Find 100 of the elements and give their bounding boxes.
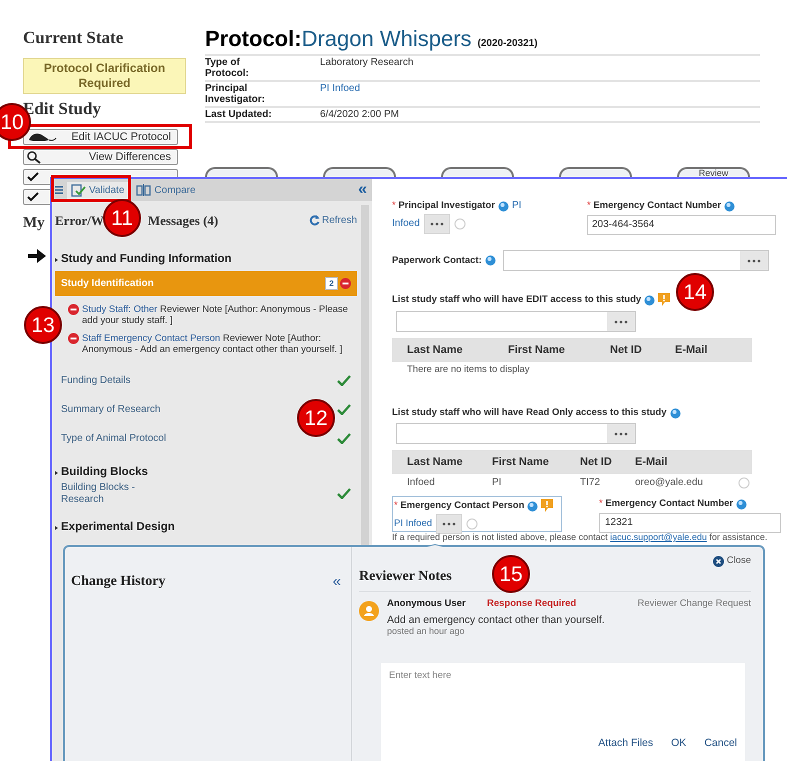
help-icon[interactable]	[724, 200, 736, 212]
link-button[interactable]: Cancel	[704, 736, 737, 752]
nav-link[interactable]: Building Blocks - Research	[61, 480, 146, 508]
action-button[interactable]: View Differences	[23, 149, 178, 165]
column-header: E-Mail	[675, 344, 708, 356]
close-button[interactable]: Close	[712, 554, 751, 568]
protocol-number: (2020-20321)	[478, 37, 538, 51]
note-text: Add an emergency contact other than yourself.	[387, 614, 605, 626]
column-header: E-Mail	[635, 456, 668, 468]
workflow-step[interactable]	[559, 167, 632, 177]
browse-button[interactable]	[436, 514, 462, 534]
message-text: Staff Emergency Contact Person Reviewer Note [Author: Anonymous - Add an emergency contact other than yourself. ]	[82, 333, 344, 355]
field-label: * Emergency Contact Number	[587, 200, 722, 212]
field-link[interactable]: PI Infoed	[320, 83, 760, 94]
caret-icon	[55, 258, 58, 262]
field-label: Principal Investigator:	[205, 83, 266, 105]
field-link[interactable]: PI	[512, 200, 522, 212]
workflow-step[interactable]: Review	[677, 167, 750, 177]
field-link[interactable]: Infoed	[392, 218, 420, 230]
link-button[interactable]: OK	[671, 736, 686, 752]
section-title: Building Blocks	[61, 466, 148, 479]
action-button[interactable]: Edit IACUC Protocol	[23, 129, 178, 145]
empty-message: There are no items to display	[406, 364, 530, 376]
lookup-field[interactable]	[396, 423, 636, 444]
avatar-icon	[359, 601, 379, 622]
field-label: Last Updated:	[205, 109, 273, 120]
close-icon	[712, 556, 724, 567]
panel-heading: Messages (4)	[148, 213, 218, 228]
nav-item[interactable]: Study Identification 2	[55, 271, 357, 296]
check-icon	[27, 172, 39, 182]
field-label: Paperwork Contact:	[392, 254, 482, 266]
field-value: Laboratory Research	[320, 57, 414, 68]
validate-icon	[71, 184, 86, 196]
ellipsis-icon	[442, 522, 456, 526]
help-icon[interactable]	[670, 408, 681, 418]
lookup-field[interactable]	[396, 311, 636, 332]
search-icon	[27, 150, 41, 164]
comment-icon[interactable]	[658, 293, 670, 307]
email-link[interactable]: iacuc.support@yale.edu	[610, 532, 707, 542]
nav-link[interactable]: Funding Details	[61, 374, 130, 386]
refresh-button[interactable]: Refresh	[308, 213, 357, 228]
field-label: * Principal Investigator	[392, 200, 495, 212]
column-header: Last Name	[407, 344, 464, 356]
column-header: Net ID	[580, 456, 613, 468]
panel-heading: Error/W	[55, 213, 104, 228]
help-icon[interactable]	[498, 200, 509, 212]
field-label: Type of Protocol:	[205, 57, 250, 79]
workflow-step[interactable]	[323, 167, 396, 177]
collapse-button[interactable]: «	[358, 182, 367, 198]
message-text: Study Staff: Other Reviewer Note [Author: Anonymous - Please add your study staff. ]	[82, 304, 349, 326]
panel-heading: Change History	[71, 574, 166, 590]
caret-icon	[55, 526, 58, 530]
help-icon[interactable]	[527, 500, 538, 512]
nav-link[interactable]: Summary of Research	[61, 404, 160, 416]
section-title: Experimental Design	[61, 521, 175, 534]
workflow-step[interactable]	[441, 167, 514, 177]
comment-icon[interactable]	[541, 499, 554, 513]
protocol-title: Protocol:Dragon Whispers	[205, 29, 472, 49]
field-value: 6/4/2020 2:00 PM	[320, 109, 400, 120]
help-icon[interactable]	[644, 294, 656, 306]
column-header: First Name	[508, 344, 566, 356]
browse-button[interactable]	[424, 214, 450, 234]
message-link[interactable]: Study Staff: Other	[82, 304, 158, 315]
column-header: Last Name	[407, 456, 464, 468]
field-label: List study staff who will have Read Only access to this study	[392, 407, 667, 419]
phone-field[interactable]: 12321	[599, 513, 781, 533]
help-text: If a required person is not listed above, please contact iacuc.support@yale.edu for assistance.	[392, 533, 768, 542]
help-icon[interactable]	[484, 255, 496, 266]
comment-count[interactable]: 2	[325, 277, 338, 290]
link-button[interactable]: Attach Files	[598, 736, 654, 752]
ellipsis-icon	[614, 320, 628, 324]
refresh-icon	[308, 215, 320, 226]
caret-icon	[55, 470, 58, 474]
section-heading: Current State	[23, 29, 124, 47]
radio-icon[interactable]	[738, 477, 750, 489]
column-header: Net ID	[610, 344, 643, 356]
ellipsis-icon	[614, 432, 628, 436]
help-icon[interactable]	[736, 498, 748, 510]
panel-tab[interactable]: Validate	[67, 182, 128, 198]
table-cell-text: Infoed	[407, 477, 436, 489]
table-cell-text: TI72	[580, 477, 602, 489]
rodent-icon	[27, 131, 57, 143]
step-marker: 13	[24, 306, 62, 344]
note-status: Response Required	[487, 598, 576, 610]
check-icon	[27, 192, 39, 202]
collapse-button[interactable]: «	[332, 574, 341, 589]
error-icon	[68, 333, 79, 344]
nav-link[interactable]: Type of Animal Protocol	[61, 432, 166, 444]
panel-tab[interactable]: Compare	[132, 182, 200, 198]
message-link[interactable]: Staff Emergency Contact Person	[82, 333, 220, 344]
arrow-icon	[28, 249, 46, 263]
phone-field[interactable]: 203-464-3564	[587, 215, 776, 235]
column-header: First Name	[492, 456, 550, 468]
menu-icon[interactable]	[55, 185, 63, 195]
workflow-step[interactable]	[205, 167, 278, 177]
note-author: Anonymous User	[387, 598, 467, 610]
reply-box[interactable]: Enter text here Attach Files OK Cancel	[381, 663, 745, 761]
field-label: * Emergency Contact Number	[599, 498, 734, 510]
lookup-field[interactable]	[503, 250, 769, 271]
field-link[interactable]: PI Infoed	[394, 518, 432, 530]
